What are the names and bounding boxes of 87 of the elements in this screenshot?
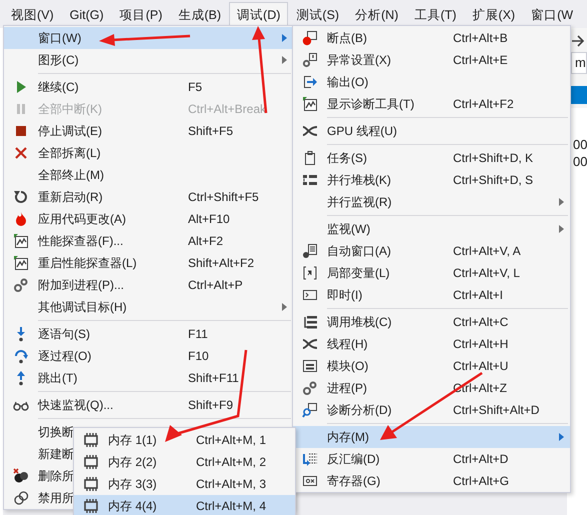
menu-item[interactable]: 重启性能探查器(L) Shift+Alt+F2 (4, 252, 293, 274)
menu-bar-item[interactable]: 工具(T) (406, 2, 464, 28)
menu-item[interactable]: 显示诊断工具(T) Ctrl+Alt+F2 (293, 93, 570, 115)
menu-item[interactable]: 跳出(T) Shift+F11 (4, 367, 293, 389)
menu-item[interactable]: 图形(C) (4, 49, 293, 71)
menu-item[interactable]: 内存 2(2) Ctrl+Alt+M, 2 (74, 451, 295, 473)
code-text: 00 (572, 153, 587, 170)
input-field[interactable]: m (571, 52, 587, 74)
menu-item[interactable]: 重新启动(R) Ctrl+Shift+F5 (4, 186, 293, 208)
menu-item[interactable]: 窗口(W) (4, 27, 293, 49)
menu-item[interactable]: 并行堆栈(K) Ctrl+Shift+D, S (293, 169, 570, 191)
menu-bar-item[interactable]: 生成(B) (170, 2, 230, 28)
gears-icon (302, 380, 318, 396)
arrow-icon[interactable] (571, 34, 585, 48)
chart-icon (13, 233, 29, 249)
menu-item[interactable]: 其他调试目标(H) (4, 296, 293, 318)
stop-icon (13, 123, 29, 139)
code-text: 00 (572, 136, 587, 153)
menu-item[interactable]: 监视(W) (293, 218, 570, 240)
breakpoints-icon (13, 490, 29, 506)
menu-bar-item[interactable]: 项目(P) (112, 2, 170, 28)
menu-item[interactable]: 异常设置(X) Ctrl+Alt+E (293, 49, 570, 71)
menu-item[interactable]: 删除所 (4, 465, 74, 487)
menu-item[interactable]: 停止调试(E) Shift+F5 (4, 120, 293, 142)
gears-icon (13, 277, 29, 293)
menu-item[interactable]: 逐过程(O) F10 (4, 345, 293, 367)
menu-item[interactable]: 继续(C) F5 (4, 76, 293, 98)
menu-item[interactable]: 附加到进程(P)... Ctrl+Alt+P (4, 274, 293, 296)
menu-item[interactable]: 逐语句(S) F11 (4, 323, 293, 345)
chart-icon (302, 96, 318, 112)
autos-icon (302, 243, 318, 259)
restart-icon (13, 189, 29, 205)
menu-item[interactable]: 模块(O) Ctrl+Alt+U (293, 355, 570, 377)
menu-item[interactable]: 全部终止(M) (4, 164, 293, 186)
magnifier-icon (302, 402, 318, 418)
menu-item[interactable]: 任务(S) Ctrl+Shift+D, K (293, 147, 570, 169)
modules-icon (302, 358, 318, 374)
delete-breakpoints-icon (13, 468, 29, 484)
menu-item[interactable]: 内存 1(1) Ctrl+Alt+M, 1 (74, 429, 295, 451)
memory-chip-icon (83, 498, 99, 514)
menu-item[interactable]: 局部变量(L) Ctrl+Alt+V, L (293, 262, 570, 284)
flame-icon (13, 211, 29, 227)
chart-icon (13, 255, 29, 271)
immediate-icon (302, 287, 318, 303)
exception-settings-icon (302, 52, 318, 68)
menu-item[interactable]: 快速监视(Q)... Shift+F9 (4, 394, 293, 416)
menu-bar-item[interactable]: 视图(V) (3, 2, 62, 28)
parallel-stacks-icon (302, 172, 318, 188)
menu-item[interactable]: 寄存器(G) Ctrl+Alt+G (293, 470, 570, 492)
menu-bar-item[interactable]: 分析(N) (347, 2, 406, 28)
registers-icon (302, 473, 318, 489)
menu-item[interactable]: 即时(I) Ctrl+Alt+I (293, 284, 570, 306)
call-stack-icon (302, 314, 318, 330)
menu-item[interactable]: 并行监视(R) (293, 191, 570, 213)
menu-item[interactable]: 诊断分析(D) Ctrl+Shift+Alt+D (293, 399, 570, 421)
output-icon (302, 74, 318, 90)
memory-chip-icon (83, 432, 99, 448)
locals-icon (302, 265, 318, 281)
menu-bar-item[interactable]: 窗口(W (523, 2, 582, 28)
menu-item[interactable]: 新建断 (4, 443, 74, 465)
menu-bar-item[interactable]: 测试(S) (288, 2, 348, 28)
memory-chip-icon (83, 454, 99, 470)
menu-item[interactable]: 全部拆离(L) (4, 142, 293, 164)
menu-item[interactable]: 输出(O) (293, 71, 570, 93)
menu-item[interactable]: 内存(M) (293, 426, 570, 448)
menu-item[interactable]: 应用代码更改(A) Alt+F10 (4, 208, 293, 230)
menu-item[interactable]: 自动窗口(A) Ctrl+Alt+V, A (293, 240, 570, 262)
menu-item[interactable]: 线程(H) Ctrl+Alt+H (293, 333, 570, 355)
menu-item[interactable]: 内存 4(4) Ctrl+Alt+M, 4 (74, 495, 295, 515)
menu-item[interactable]: 切换断 (4, 421, 74, 443)
menu-item[interactable]: 性能探查器(F)... Alt+F2 (4, 230, 293, 252)
disassembly-icon (302, 451, 318, 467)
step-over-icon (13, 348, 29, 364)
menu-bar-item[interactable]: Git(G) (62, 2, 112, 28)
menu-item[interactable]: 禁用所 (4, 487, 74, 509)
memory-chip-icon (83, 476, 99, 492)
menu-item[interactable]: 内存 3(3) Ctrl+Alt+M, 3 (74, 473, 295, 495)
menu-item[interactable]: 断点(B) Ctrl+Alt+B (293, 27, 570, 49)
breakpoint-window-icon (302, 30, 318, 46)
cross-icon (13, 145, 29, 161)
threads-icon (302, 336, 318, 352)
menu-bar-item[interactable]: 扩展(X) (464, 2, 524, 28)
clipboard-icon (302, 150, 318, 166)
menu-item[interactable]: 调用堆栈(C) Ctrl+Alt+C (293, 311, 570, 333)
menu-item[interactable]: 反汇编(D) Ctrl+Alt+D (293, 448, 570, 470)
threads-icon (302, 123, 318, 139)
menu-item[interactable]: GPU 线程(U) (293, 120, 570, 142)
